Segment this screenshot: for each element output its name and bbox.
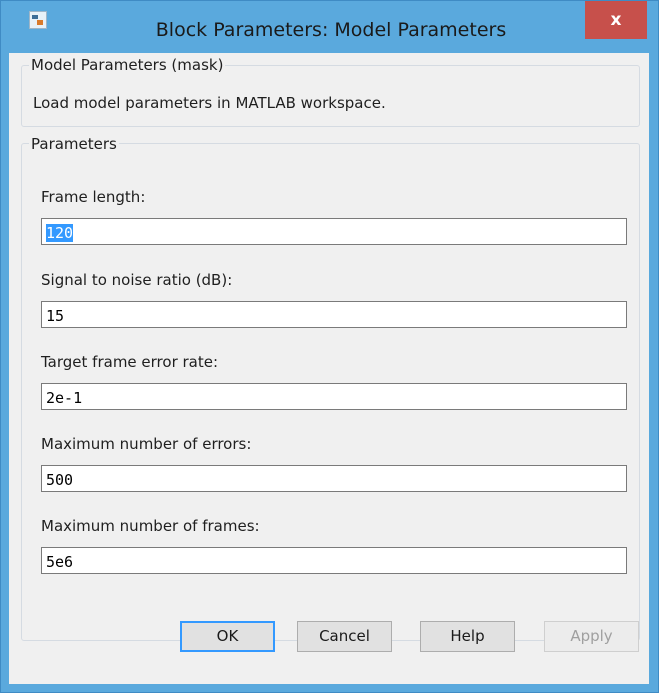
- frame-length-input[interactable]: 120: [41, 218, 627, 245]
- apply-button: Apply: [544, 621, 639, 652]
- max-frames-input[interactable]: 5e6: [41, 547, 627, 574]
- target-fer-input[interactable]: 2e-1: [41, 383, 627, 410]
- close-button[interactable]: x: [585, 1, 647, 39]
- help-button[interactable]: Help: [420, 621, 515, 652]
- snr-label: Signal to noise ratio (dB):: [41, 271, 233, 289]
- ok-button[interactable]: OK: [180, 621, 275, 652]
- selected-text: 120: [46, 224, 74, 242]
- title-bar[interactable]: Block Parameters: Model Parameters x: [1, 1, 658, 61]
- max-errors-input[interactable]: 500: [41, 465, 627, 492]
- mask-group-legend: Model Parameters (mask): [29, 56, 226, 74]
- mask-description: Load model parameters in MATLAB workspac…: [33, 94, 386, 112]
- max-frames-label: Maximum number of frames:: [41, 517, 260, 535]
- window-title: Block Parameters: Model Parameters: [155, 19, 507, 41]
- frame-length-label: Frame length:: [41, 188, 146, 206]
- cancel-button[interactable]: Cancel: [297, 621, 392, 652]
- max-errors-label: Maximum number of errors:: [41, 435, 252, 453]
- snr-input[interactable]: 15: [41, 301, 627, 328]
- dialog-window: Block Parameters: Model Parameters x Mod…: [0, 0, 659, 693]
- simulink-block-icon: [29, 11, 47, 29]
- target-fer-label: Target frame error rate:: [41, 353, 219, 371]
- dialog-body: Model Parameters (mask) Load model param…: [9, 53, 649, 684]
- parameters-group-legend: Parameters: [29, 135, 119, 153]
